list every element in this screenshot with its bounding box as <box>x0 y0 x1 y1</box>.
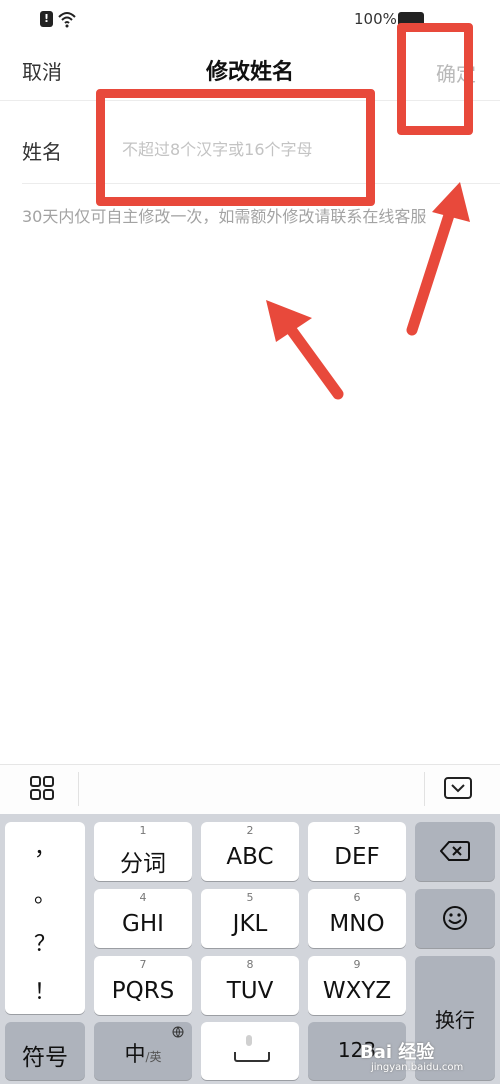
key-label: 符号 <box>22 1045 68 1071</box>
name-label: 姓名 <box>22 140 62 164</box>
key-2[interactable]: 2 ABC <box>201 822 299 881</box>
cancel-button[interactable]: 取消 <box>22 56 62 85</box>
key-8[interactable]: 8 TUV <box>201 956 299 1015</box>
key-5[interactable]: 5 JKL <box>201 889 299 948</box>
key-6[interactable]: 6 MNO <box>308 889 406 948</box>
key-number: 5 <box>246 891 254 904</box>
alert-icon: ! <box>40 11 53 27</box>
space-key[interactable] <box>201 1022 299 1080</box>
key-label: GHI <box>122 911 164 937</box>
arrow-to-input <box>266 300 344 400</box>
punctuation-column[interactable]: ， 。 ？ ！ <box>5 822 85 1014</box>
key-number: 2 <box>246 824 254 837</box>
punct-key[interactable]: ！ <box>5 974 85 1006</box>
key-7[interactable]: 7 PQRS <box>94 956 192 1015</box>
key-number: 8 <box>246 958 254 971</box>
key-label: DEF <box>334 844 380 870</box>
key-label: PQRS <box>111 978 175 1004</box>
symbol-key[interactable]: 符号 <box>5 1022 85 1080</box>
space-bar-icon <box>234 1052 270 1062</box>
key-number: 7 <box>139 958 147 971</box>
key-label: WXYZ <box>322 978 392 1004</box>
watermark-url: jingyan.baidu.com <box>371 1062 464 1073</box>
toolbar-divider <box>78 772 79 806</box>
key-label: ABC <box>226 844 274 870</box>
grid-icon[interactable] <box>30 776 54 800</box>
key-number: 1 <box>139 824 147 837</box>
backspace-icon <box>440 841 470 861</box>
wifi-icon <box>58 12 76 28</box>
battery-percent: 100% <box>354 10 397 28</box>
key-label: TUV <box>226 978 274 1004</box>
key-number: 4 <box>139 891 147 904</box>
toolbar-divider <box>424 772 425 806</box>
key-number: 6 <box>353 891 361 904</box>
punct-key[interactable]: ？ <box>5 926 85 958</box>
key-3[interactable]: 3 DEF <box>308 822 406 881</box>
watermark: Bai 经验 <box>360 1042 435 1063</box>
hint-text: 30天内仅可自主修改一次，如需额外修改请联系在线客服 <box>22 207 427 226</box>
key-4[interactable]: 4 GHI <box>94 889 192 948</box>
key-label: JKL <box>232 911 268 937</box>
globe-icon <box>172 1026 184 1038</box>
key-number: 9 <box>353 958 361 971</box>
language-switch-key[interactable]: 中/英 <box>94 1022 192 1080</box>
annotation-box-input <box>96 89 375 206</box>
emoji-key[interactable] <box>415 889 495 948</box>
punct-key[interactable]: ， <box>5 830 85 862</box>
key-1[interactable]: 1 分词 <box>94 822 192 881</box>
keyboard-hide-icon[interactable] <box>444 777 472 799</box>
key-label: 中 <box>124 1042 146 1066</box>
annotation-box-confirm <box>397 23 473 135</box>
punct-key[interactable]: 。 <box>5 877 85 909</box>
key-sub-label: /英 <box>145 1050 162 1064</box>
keyboard-toolbar <box>0 764 500 815</box>
key-label: MNO <box>329 911 385 937</box>
key-label: 换行 <box>435 1008 475 1032</box>
key-number: 3 <box>353 824 361 837</box>
key-label: 分词 <box>120 851 166 877</box>
backspace-key[interactable] <box>415 822 495 881</box>
emoji-icon <box>443 906 467 930</box>
key-9[interactable]: 9 WXYZ <box>308 956 406 1015</box>
